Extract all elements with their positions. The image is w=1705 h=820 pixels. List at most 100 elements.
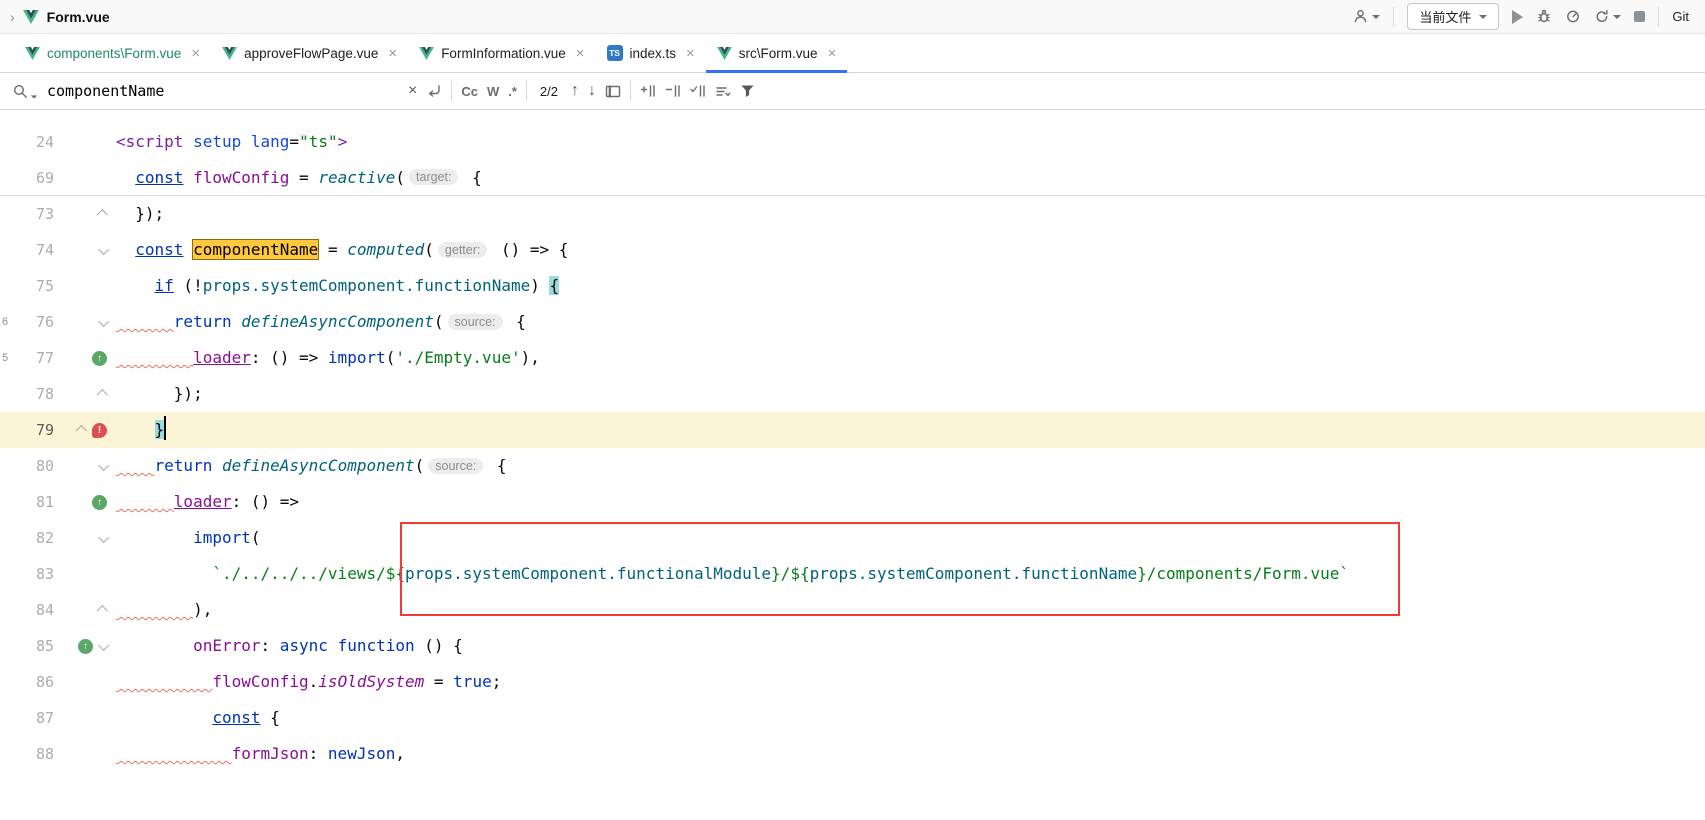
line-number[interactable]: 86 <box>14 673 54 691</box>
rerun-button[interactable] <box>1594 9 1621 24</box>
gutter: ↑ <box>54 495 116 510</box>
debug-button[interactable] <box>1536 9 1552 24</box>
line-number[interactable]: 85 <box>14 637 54 655</box>
tab-approveflowpage-vue[interactable]: approveFlowPage.vue × <box>211 34 408 72</box>
code-line[interactable]: 676 return defineAsyncComponent(source: … <box>0 304 1705 340</box>
code-token: import <box>193 528 251 547</box>
select-all-occurrences-button[interactable] <box>690 85 706 97</box>
code-token: formJson <box>232 744 309 763</box>
fold-expand-icon[interactable] <box>98 532 109 543</box>
add-selection-button[interactable] <box>640 85 656 97</box>
code-token: onError <box>193 636 260 655</box>
line-number[interactable]: 81 <box>14 493 54 511</box>
code-line[interactable]: 73 }); <box>0 196 1705 232</box>
code-line[interactable]: 74 const componentName = computed(getter… <box>0 232 1705 268</box>
fold-expand-icon[interactable] <box>98 244 109 255</box>
code-token: = <box>424 672 453 691</box>
code-line[interactable]: 78 }); <box>0 376 1705 412</box>
code-line[interactable]: 82 import( <box>0 520 1705 556</box>
navigate-up-icon[interactable]: ↑ <box>92 495 107 510</box>
fold-collapse-icon[interactable] <box>97 209 108 220</box>
code-token: . <box>309 672 319 691</box>
code-line[interactable]: 80 return defineAsyncComponent(source: { <box>0 448 1705 484</box>
line-number[interactable]: 88 <box>14 745 54 763</box>
newline-button[interactable] <box>426 84 442 98</box>
code-token: ( <box>251 528 261 547</box>
run-button[interactable] <box>1512 10 1523 24</box>
match-case-toggle[interactable]: Cc <box>461 84 478 99</box>
code-token: > <box>338 132 348 151</box>
whole-words-toggle[interactable]: W <box>487 84 499 99</box>
stop-button[interactable] <box>1634 11 1645 22</box>
close-icon[interactable]: × <box>576 45 585 62</box>
code-line[interactable]: 81↑ loader: () => <box>0 484 1705 520</box>
close-icon[interactable]: × <box>686 45 695 62</box>
code-line[interactable]: 87 const { <box>0 700 1705 736</box>
text-caret <box>164 416 166 440</box>
code-line[interactable]: 88 formJson: newJson, <box>0 736 1705 772</box>
filter-button[interactable] <box>740 84 755 98</box>
view-options-button[interactable] <box>715 85 731 98</box>
chevron-down-icon <box>31 95 37 98</box>
code-text: `./../../../views/${props.systemComponen… <box>116 556 1349 592</box>
tab-label: src\Form.vue <box>739 46 818 61</box>
line-number[interactable]: 84 <box>14 601 54 619</box>
profiler-button[interactable] <box>1565 9 1581 24</box>
clear-search-button[interactable]: × <box>408 82 417 100</box>
tab-forminformation-vue[interactable]: FormInformation.vue × <box>408 34 595 72</box>
line-number[interactable]: 75 <box>14 277 54 295</box>
code-line[interactable]: 24<script setup lang="ts"> <box>0 124 1705 160</box>
line-number[interactable]: 83 <box>14 565 54 583</box>
run-config-label: 当前文件 <box>1419 7 1471 26</box>
code-line[interactable]: 69 const flowConfig = reactive(target: { <box>0 160 1705 196</box>
code-token: loader <box>193 348 251 367</box>
code-line[interactable]: 577↑ loader: () => import('./Empty.vue')… <box>0 340 1705 376</box>
code-line[interactable]: 84 ), <box>0 592 1705 628</box>
tab-index-ts[interactable]: TS index.ts × <box>596 34 706 72</box>
close-icon[interactable]: × <box>191 45 200 62</box>
tab-src-form-vue[interactable]: src\Form.vue × <box>706 34 848 72</box>
fold-collapse-icon[interactable] <box>97 389 108 400</box>
code-line[interactable]: 86 flowConfig.isOldSystem = true; <box>0 664 1705 700</box>
previous-match-button[interactable]: ↑ <box>571 82 579 100</box>
line-number[interactable]: 78 <box>14 385 54 403</box>
line-number[interactable]: 69 <box>14 169 54 187</box>
code-line[interactable]: 85↑ onError: async function () { <box>0 628 1705 664</box>
next-match-button[interactable]: ↓ <box>588 82 596 100</box>
fold-expand-icon[interactable] <box>98 316 109 327</box>
line-number[interactable]: 79 <box>14 421 54 439</box>
remove-selection-button[interactable] <box>665 85 681 97</box>
fold-collapse-icon[interactable] <box>76 425 87 436</box>
regex-toggle[interactable]: .* <box>508 84 517 99</box>
line-number[interactable]: 76 <box>14 313 54 331</box>
search-options-button[interactable] <box>12 83 38 99</box>
fold-collapse-icon[interactable] <box>97 605 108 616</box>
code-line[interactable]: 79! } <box>0 412 1705 448</box>
line-number[interactable]: 87 <box>14 709 54 727</box>
line-number[interactable]: 82 <box>14 529 54 547</box>
line-number[interactable]: 24 <box>14 133 54 151</box>
code-line[interactable]: 83 `./../../../views/${props.systemCompo… <box>0 556 1705 592</box>
line-number[interactable]: 77 <box>14 349 54 367</box>
code-token: { <box>507 312 526 331</box>
tab-components-form-vue[interactable]: components\Form.vue × <box>14 34 211 72</box>
window-title: Form.vue <box>47 9 110 25</box>
editor[interactable]: 24<script setup lang="ts">69 const flowC… <box>0 110 1705 820</box>
code-line[interactable]: 75 if (!props.systemComponent.functionNa… <box>0 268 1705 304</box>
run-config-selector[interactable]: 当前文件 <box>1407 3 1499 30</box>
navigate-up-icon[interactable]: ↑ <box>92 351 107 366</box>
close-icon[interactable]: × <box>388 45 397 62</box>
fold-expand-icon[interactable] <box>98 460 109 471</box>
fold-expand-icon[interactable] <box>98 640 109 651</box>
line-number[interactable]: 73 <box>14 205 54 223</box>
open-in-find-window-button[interactable] <box>605 85 621 98</box>
line-number[interactable]: 80 <box>14 457 54 475</box>
navigate-up-icon[interactable]: ↑ <box>78 639 93 654</box>
code-text: import( <box>116 520 261 556</box>
search-input[interactable] <box>47 82 399 100</box>
git-menu[interactable]: Git <box>1672 9 1689 24</box>
close-icon[interactable]: × <box>828 45 837 62</box>
line-number[interactable]: 74 <box>14 241 54 259</box>
users-button[interactable] <box>1353 9 1380 24</box>
error-icon[interactable]: ! <box>92 423 107 438</box>
